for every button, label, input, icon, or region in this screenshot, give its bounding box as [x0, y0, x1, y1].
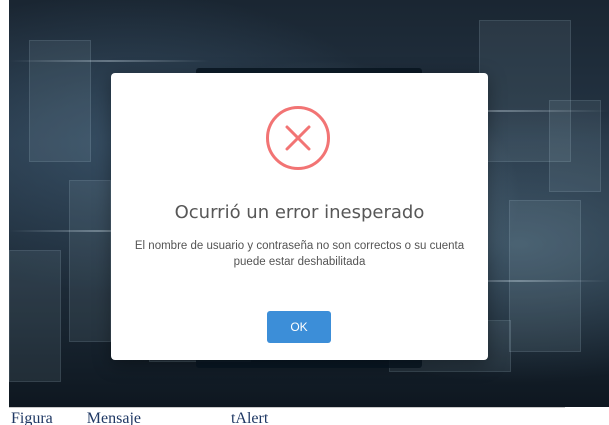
figure-caption: Figura Mensaje tAlert: [9, 407, 565, 425]
dialog-message-line: puede estar deshabilitada: [233, 256, 366, 268]
caption-suffix: tAlert: [230, 410, 269, 425]
dialog-title: Ocurrió un error inesperado: [174, 202, 425, 223]
caption-label: Mensaje: [86, 410, 141, 425]
caption-text: Figura Mensaje tAlert: [11, 410, 268, 425]
dialog-message: El nombre de usuario y contraseña no son…: [129, 238, 470, 270]
page: Ocurrió un error inesperado El nombre de…: [0, 0, 609, 425]
dialog-message-line: El nombre de usuario y contraseña no son…: [134, 240, 465, 252]
error-dialog: Ocurrió un error inesperado El nombre de…: [111, 73, 488, 360]
ok-button[interactable]: OK: [267, 311, 331, 343]
caption-prefix: Figura: [11, 410, 53, 425]
error-x-circle-icon: [266, 106, 330, 170]
